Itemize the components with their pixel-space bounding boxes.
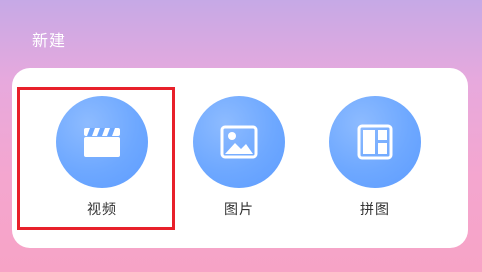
image-label: 图片 bbox=[224, 202, 254, 218]
collage-icon-circle[interactable] bbox=[329, 96, 421, 188]
image-icon-circle[interactable] bbox=[193, 96, 285, 188]
selection-highlight bbox=[17, 87, 175, 230]
page-title: 新建 bbox=[32, 31, 67, 50]
new-collage-option[interactable]: 拼图 bbox=[329, 96, 421, 218]
collage-label: 拼图 bbox=[360, 202, 390, 218]
image-icon bbox=[220, 125, 258, 159]
new-image-option[interactable]: 图片 bbox=[193, 96, 285, 218]
collage-layout-icon bbox=[357, 124, 393, 160]
